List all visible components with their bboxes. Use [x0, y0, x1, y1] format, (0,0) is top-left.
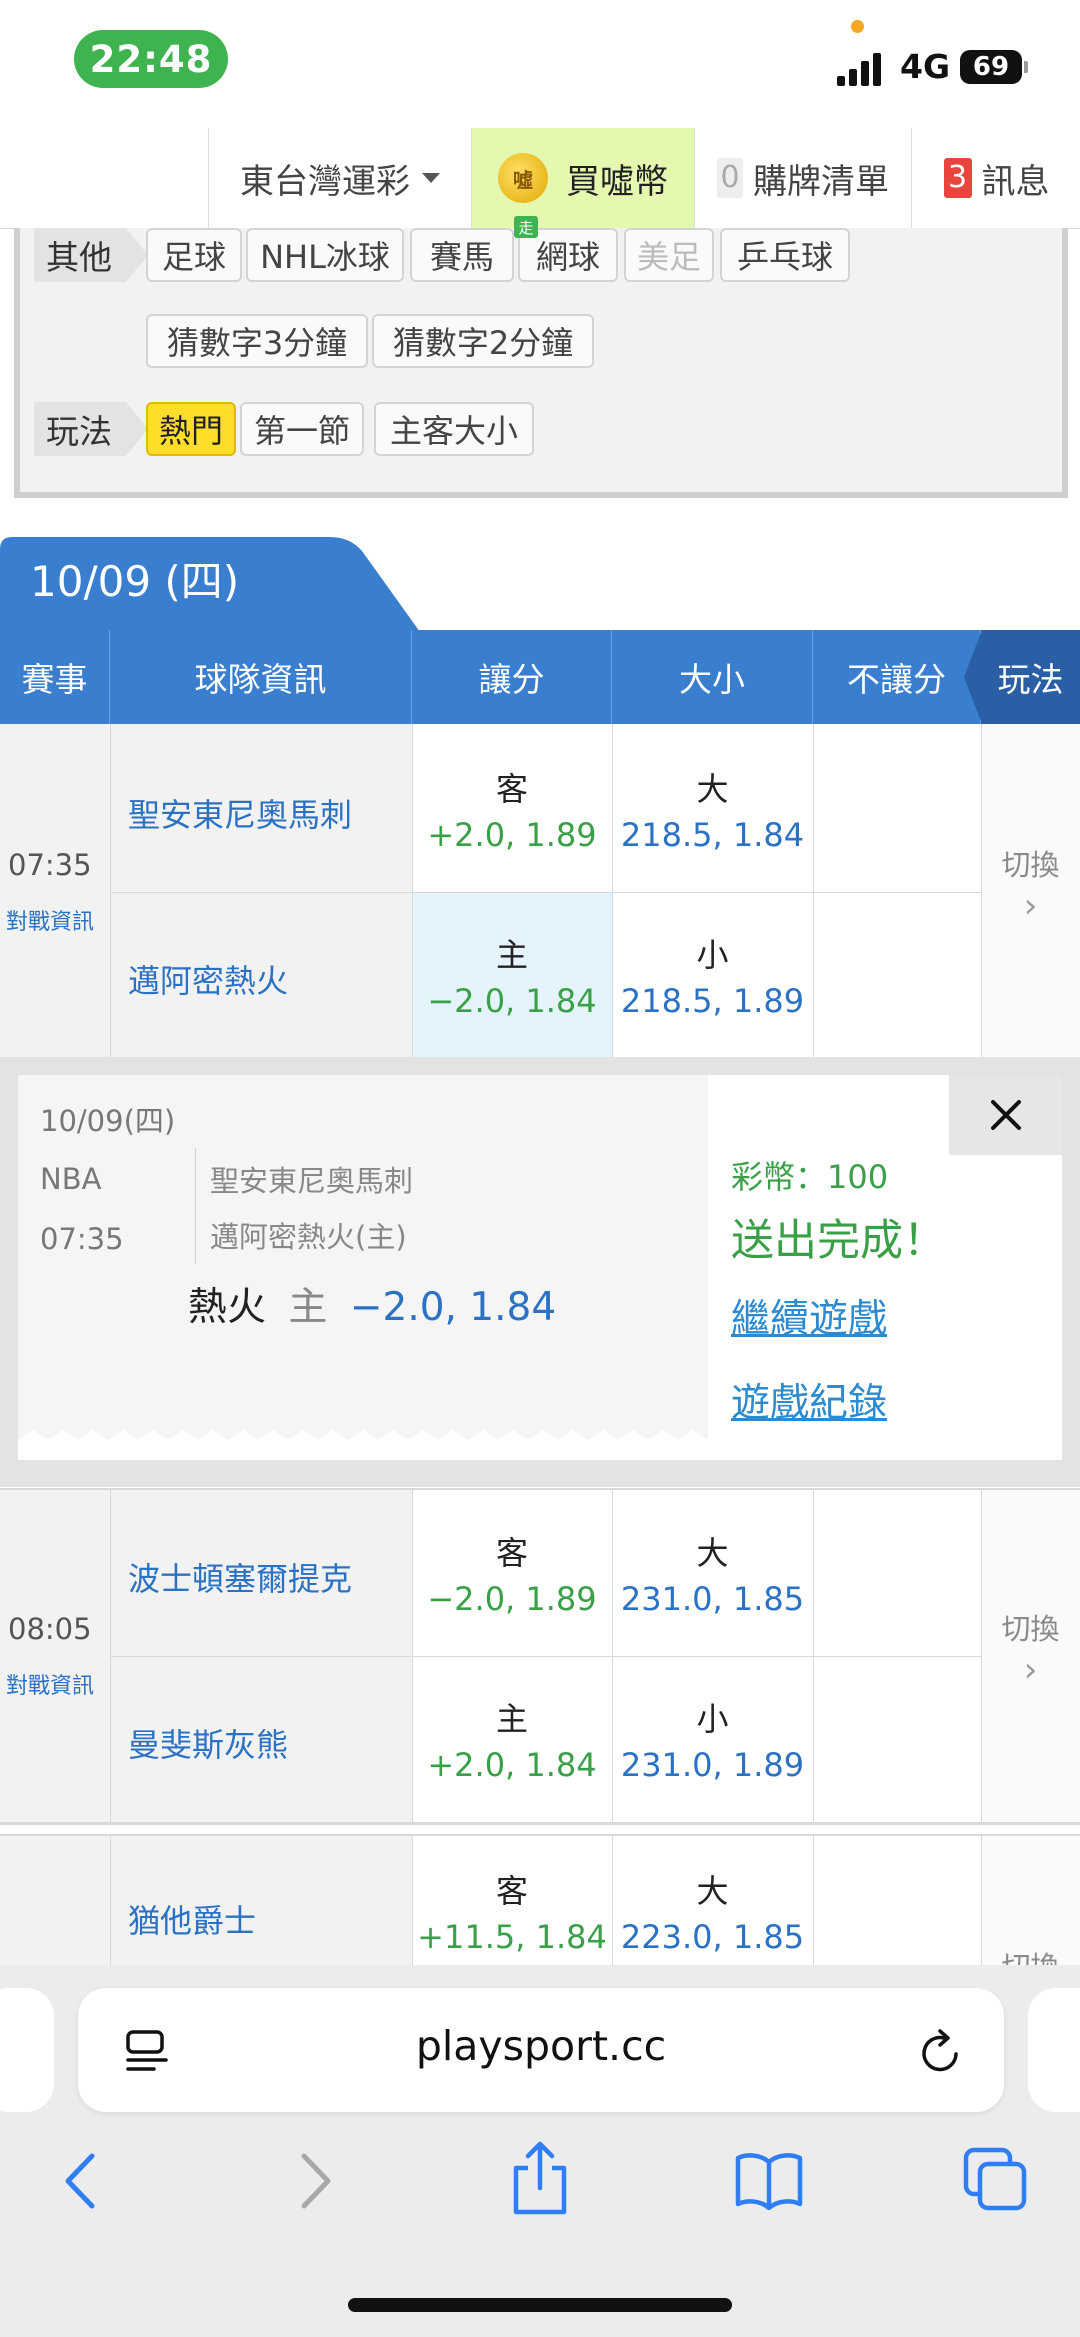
sport-chip-table-tennis[interactable]: 乒乓球 — [720, 228, 850, 282]
header-spread: 讓分 — [412, 630, 612, 724]
status-time: 22:48 — [74, 30, 228, 88]
header-team: 球隊資訊 — [110, 630, 412, 724]
header-play: 玩法 — [964, 630, 1080, 724]
match-2-switch-label: 切換 — [1001, 1612, 1060, 1646]
sport-chip-football: 美足 — [624, 228, 714, 282]
match-1-event-cell — [0, 724, 110, 1057]
popup-league: NBA — [40, 1162, 102, 1196]
caret-down-icon — [422, 173, 440, 183]
filter-panel: 其他 足球 NHL冰球 賽馬 走 網球 美足 乒乓球 猜數字3分鐘 猜數字2分鐘… — [14, 216, 1068, 498]
header-play-label: 玩法 — [997, 660, 1064, 699]
cellular-signal-icon — [837, 53, 881, 86]
match-1-away-team[interactable]: 聖安東尼奧馬刺 — [128, 790, 352, 836]
next-tab-preview[interactable] — [1028, 1988, 1080, 2112]
ticket-zigzag-edge — [18, 1430, 708, 1460]
match-2-away-spread[interactable]: 客 −2.0, 1.89 — [412, 1488, 612, 1656]
popup-home-team: 邁阿密熱火(主) — [210, 1220, 407, 1254]
url-text: playsport.cc — [415, 2022, 667, 2070]
match-1-info-link[interactable]: 對戰資訊 — [6, 904, 94, 936]
match-1-away-spread[interactable]: 客 +2.0, 1.89 — [412, 724, 612, 892]
match-1-under[interactable]: 小 218.5, 1.89 — [612, 892, 813, 1057]
reload-icon[interactable] — [916, 2028, 964, 2078]
match-1-home-spread[interactable]: 主 −2.0, 1.84 — [412, 892, 612, 1057]
match-1-time: 07:35 — [8, 848, 92, 882]
filter-play-label: 玩法 — [34, 402, 148, 456]
match-2-over[interactable]: 大 231.0, 1.85 — [612, 1488, 813, 1656]
popup-away-team: 聖安東尼奧馬刺 — [210, 1164, 414, 1198]
battery-icon: 69 — [960, 50, 1032, 84]
close-popup-button[interactable] — [949, 1075, 1062, 1155]
match-2-home-team[interactable]: 曼斐斯灰熊 — [128, 1720, 288, 1766]
bookmarks-icon[interactable] — [734, 2150, 804, 2210]
filter-other-label: 其他 — [34, 228, 148, 282]
match-1-over[interactable]: 大 218.5, 1.84 — [612, 724, 813, 892]
forward-icon — [301, 2153, 331, 2209]
header-total: 大小 — [612, 630, 813, 724]
buy-coin-button[interactable]: 噓買噓幣 — [471, 128, 694, 228]
ticket-list-button[interactable]: 0 購牌清單 — [694, 128, 911, 228]
popup-date: 10/09(四) — [40, 1104, 176, 1138]
match-2-time: 08:05 — [8, 1612, 92, 1646]
match-1-home-team[interactable]: 邁阿密熱火 — [128, 956, 288, 1002]
game-records-link[interactable]: 遊戲紀錄 — [731, 1372, 887, 1428]
previous-tab-preview[interactable] — [0, 1988, 54, 2112]
close-icon — [990, 1100, 1021, 1130]
header-play-notch — [964, 630, 982, 724]
chevron-right-icon: › — [1023, 1650, 1038, 1690]
coin-icon: 噓 — [498, 153, 548, 203]
match-3-away-spread[interactable]: 客 +11.5, 1.84 — [412, 1836, 612, 1966]
match-3-over[interactable]: 大 223.0, 1.85 — [612, 1836, 813, 1966]
header-moneyline: 不讓分 — [813, 630, 981, 724]
messages-button[interactable]: 3 訊息 — [911, 128, 1080, 228]
live-badge: 走 — [514, 216, 538, 238]
chevron-right-icon: › — [1023, 886, 1038, 926]
mic-indicator — [851, 20, 864, 33]
match-1-team-cell — [110, 724, 412, 1057]
match-3-event-cell — [0, 1836, 110, 1966]
match-3-away-team[interactable]: 猶他爵士 — [128, 1896, 256, 1942]
match-1-switch-label: 切換 — [1001, 848, 1060, 882]
home-indicator[interactable] — [348, 2298, 732, 2312]
match-2-home-spread[interactable]: 主 +2.0, 1.84 — [412, 1656, 612, 1824]
sport-chip-soccer[interactable]: 足球 — [146, 228, 242, 282]
popup-coins: 彩幣：100 — [731, 1158, 889, 1196]
ticket-count-badge: 0 — [717, 158, 743, 198]
continue-game-link[interactable]: 繼續遊戲 — [731, 1288, 887, 1344]
network-type: 4G — [900, 47, 951, 86]
match-2-event-cell — [0, 1488, 110, 1824]
back-icon[interactable] — [58, 2150, 104, 2212]
messages-label: 訊息 — [981, 161, 1050, 202]
region-select[interactable]: 東台灣運彩 — [208, 128, 471, 228]
match-2-under[interactable]: 小 231.0, 1.89 — [612, 1656, 813, 1824]
game-chip-guess-2min[interactable]: 猜數字2分鐘 — [372, 314, 594, 368]
popup-pick-side: 主 — [288, 1285, 328, 1330]
match-2-info-link[interactable]: 對戰資訊 — [6, 1668, 94, 1700]
popup-time: 07:35 — [40, 1222, 124, 1256]
sport-chip-nhl[interactable]: NHL冰球 — [246, 228, 404, 282]
match-2-away-team[interactable]: 波士頓塞爾提克 — [128, 1554, 352, 1600]
popup-divider — [195, 1148, 196, 1264]
ticket-list-label: 購牌清單 — [753, 161, 889, 202]
tabs-icon[interactable] — [962, 2146, 1030, 2212]
top-nav: 東台灣運彩 噓買噓幣 0 購牌清單 3 訊息 — [0, 128, 1080, 229]
popup-pick: 熱火 主 −2.0, 1.84 — [188, 1276, 556, 1332]
header-event: 賽事 — [0, 630, 110, 724]
popup-pick-odds: −2.0, 1.84 — [349, 1285, 557, 1330]
game-chip-guess-3min[interactable]: 猜數字3分鐘 — [146, 314, 368, 368]
date-label: 10/09 (四) — [30, 557, 240, 606]
message-count-badge: 3 — [943, 158, 972, 198]
sport-chip-tennis[interactable]: 走 網球 — [514, 216, 618, 282]
sport-chip-horse[interactable]: 賽馬 — [410, 228, 514, 282]
share-icon[interactable] — [508, 2140, 572, 2216]
popup-pick-team: 熱火 — [188, 1285, 267, 1330]
play-chip-hot[interactable]: 熱門 — [146, 402, 236, 456]
play-chip-first-quarter[interactable]: 第一節 — [240, 402, 364, 456]
battery-level: 69 — [960, 50, 1022, 84]
play-chip-home-away-ou[interactable]: 主客大小 — [374, 402, 534, 456]
popup-done-message: 送出完成！ — [731, 1216, 946, 1266]
buy-coin-label: 買噓幣 — [566, 161, 668, 202]
region-label: 東台灣運彩 — [240, 161, 410, 202]
sport-chip-tennis-label: 網球 — [535, 238, 600, 276]
